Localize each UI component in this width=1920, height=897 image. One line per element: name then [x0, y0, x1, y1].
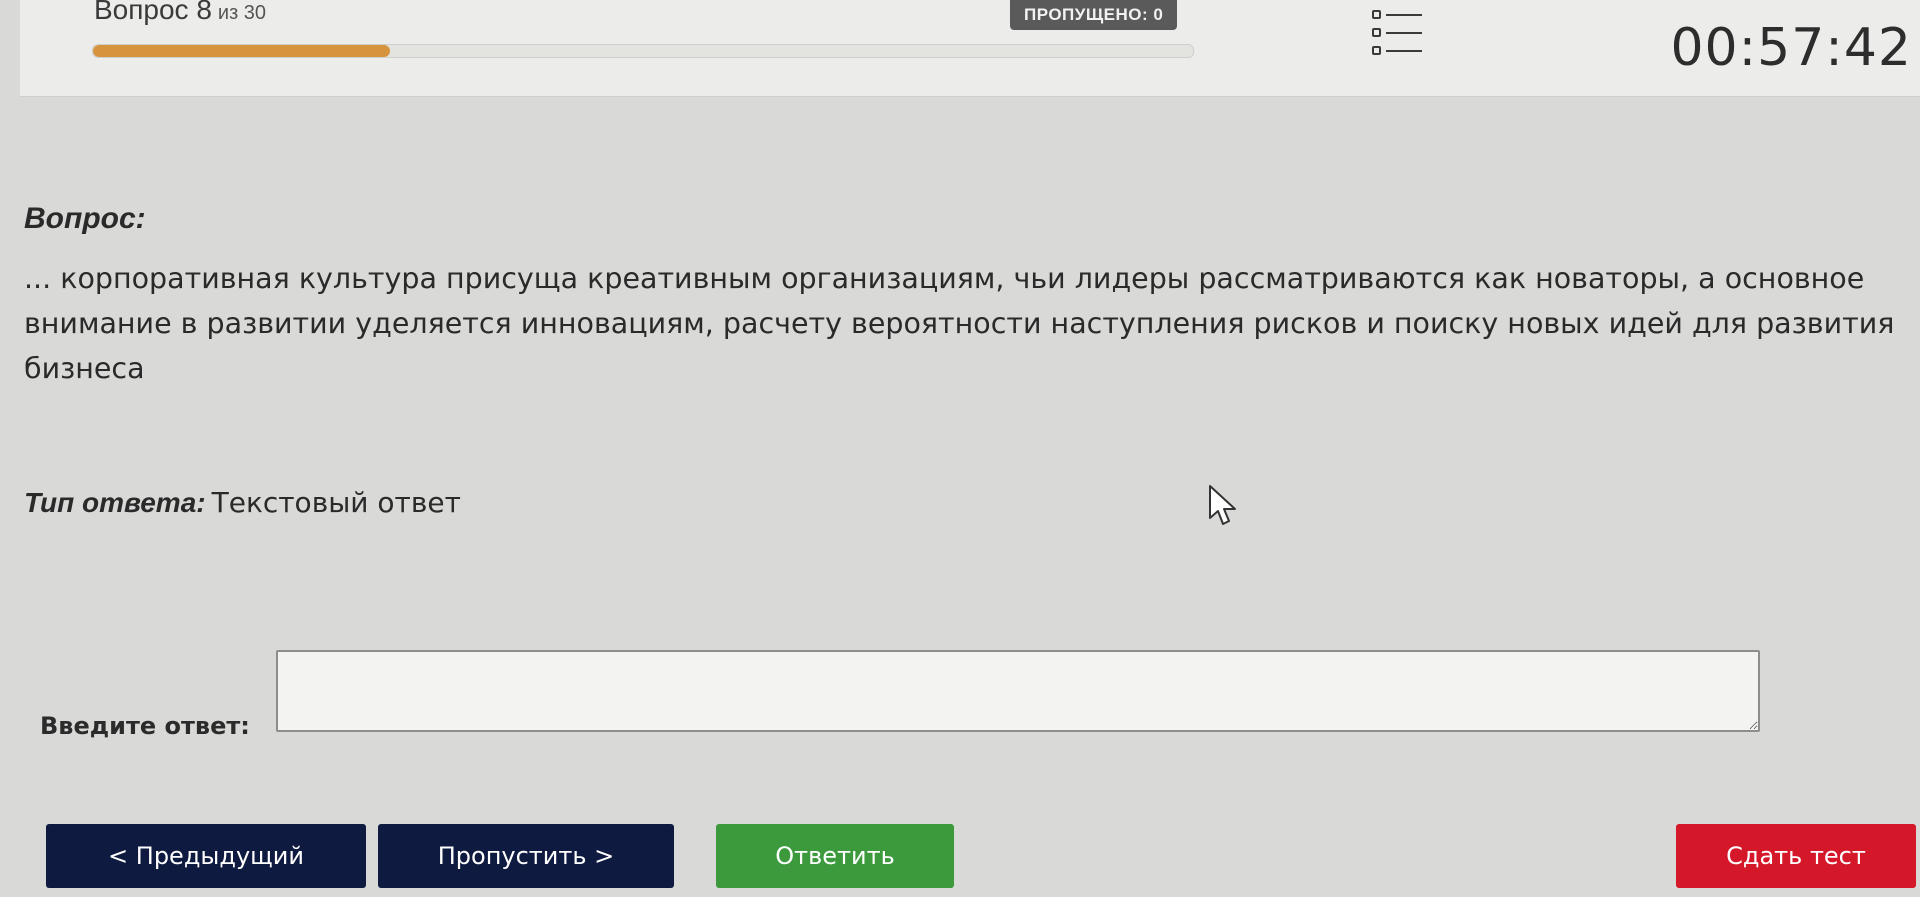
skipped-badge: ПРОПУЩЕНО: 0 — [1010, 0, 1178, 30]
progress-bar-fill — [93, 45, 390, 57]
test-header: Вопрос 8 из 30 ПРОПУЩЕНО: 0 00:57:42 — [20, 0, 1920, 97]
question-counter-current: Вопрос 8 — [94, 0, 212, 25]
answer-input-label: Введите ответ: — [40, 712, 250, 740]
submit-test-button[interactable]: Сдать тест — [1676, 824, 1916, 888]
progress-bar — [92, 44, 1194, 58]
question-counter: Вопрос 8 из 30 — [94, 0, 266, 26]
answer-type: Тип ответа: Текстовый ответ — [24, 486, 461, 519]
skip-button[interactable]: Пропустить > — [378, 824, 674, 888]
question-list-icon[interactable] — [1370, 6, 1424, 64]
question-text: ... корпоративная культура присуща креат… — [24, 262, 1895, 385]
question-counter-total: из 30 — [217, 2, 267, 24]
previous-button[interactable]: < Предыдущий — [46, 824, 366, 888]
answer-type-label: Тип ответа: — [24, 487, 206, 518]
answer-type-value: Текстовый ответ — [211, 486, 461, 519]
answer-button[interactable]: Ответить — [716, 824, 954, 888]
mouse-cursor-icon — [1208, 484, 1240, 528]
timer: 00:57:42 — [1670, 18, 1912, 78]
answer-input[interactable] — [276, 650, 1760, 732]
question-label: Вопрос: — [24, 202, 146, 235]
